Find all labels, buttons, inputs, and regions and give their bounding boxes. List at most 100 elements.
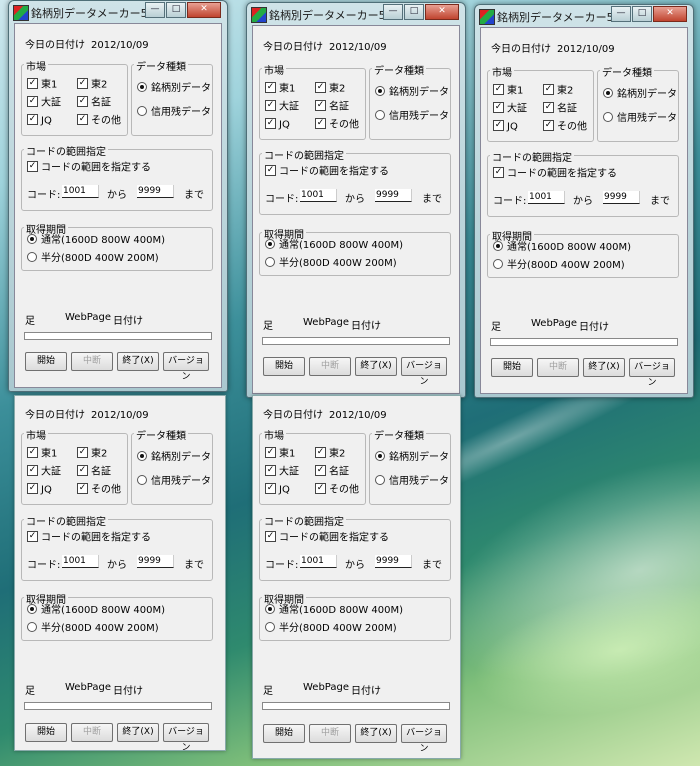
close-button[interactable]: ✕ <box>425 4 459 20</box>
interrupt-button[interactable]: 中断 <box>71 352 113 371</box>
market-checkbox-meisho[interactable]: ✓ 名証 <box>77 96 111 109</box>
market-checkbox-tosho2[interactable]: ✓ 東2 <box>77 78 107 91</box>
code-to-input[interactable]: 9999 <box>137 185 174 198</box>
maximize-button[interactable]: □ <box>632 6 652 22</box>
app-window[interactable]: 銘柄別データメーカー5— □ ✕ 今日の日付け 2012/10/09 市場 ✓ 東1 ✓ 東2 ✓ 大… <box>474 4 694 398</box>
market-checkbox-jq[interactable]: ✓ JQ <box>27 483 52 496</box>
market-checkbox-meisho[interactable]: ✓ 名証 <box>315 465 349 478</box>
data-type-radio-meigara[interactable]: 銘柄別データ <box>137 451 211 464</box>
version-button[interactable]: バージョン <box>163 352 209 382</box>
market-checkbox-daisho[interactable]: ✓ 大証 <box>493 102 527 115</box>
period-radio-normal[interactable]: 通常(1600D 800W 400M) <box>27 234 165 247</box>
close-button[interactable]: ✕ <box>187 2 221 18</box>
market-checkbox-tosho2[interactable]: ✓ 東2 <box>315 447 345 460</box>
close-button[interactable]: ✕ <box>653 6 687 22</box>
code-range-checkbox[interactable]: ✓ コードの範囲を指定する <box>265 165 389 178</box>
minimize-button[interactable]: — <box>611 6 631 22</box>
market-checkbox-tosho1[interactable]: ✓ 東1 <box>493 84 523 97</box>
start-button[interactable]: 開始 <box>263 357 305 376</box>
data-type-radio-meigara[interactable]: 銘柄別データ <box>137 82 211 95</box>
code-from-input[interactable]: 1001 <box>528 191 565 204</box>
market-checkbox-other[interactable]: ✓ その他 <box>77 114 121 127</box>
data-type-radio-shinyo[interactable]: 信用残データ <box>603 112 677 125</box>
version-button[interactable]: バージョン <box>401 724 447 754</box>
code-to-input[interactable]: 9999 <box>137 555 174 568</box>
period-radio-normal[interactable]: 通常(1600D 800W 400M) <box>265 239 403 252</box>
code-to-input[interactable]: 9999 <box>603 191 640 204</box>
market-checkbox-tosho2[interactable]: ✓ 東2 <box>77 447 107 460</box>
market-checkbox-tosho1[interactable]: ✓ 東1 <box>265 447 295 460</box>
market-checkbox-meisho[interactable]: ✓ 名証 <box>315 100 349 113</box>
maximize-button[interactable]: □ <box>166 2 186 18</box>
interrupt-button[interactable]: 中断 <box>309 357 351 376</box>
minimize-button[interactable]: — <box>383 4 403 20</box>
code-range-checkbox[interactable]: ✓ コードの範囲を指定する <box>265 531 389 544</box>
data-type-radio-shinyo[interactable]: 信用残データ <box>375 110 449 123</box>
market-checkbox-tosho1[interactable]: ✓ 東1 <box>27 447 57 460</box>
period-radio-half[interactable]: 半分(800D 400W 200M) <box>493 259 625 272</box>
exit-button[interactable]: 終了(X) <box>355 357 397 376</box>
code-from-input[interactable]: 1001 <box>300 555 337 568</box>
period-radio-normal[interactable]: 通常(1600D 800W 400M) <box>493 241 631 254</box>
market-checkbox-other[interactable]: ✓ その他 <box>543 120 587 133</box>
market-checkbox-other[interactable]: ✓ その他 <box>315 118 359 131</box>
market-checkbox-tosho2[interactable]: ✓ 東2 <box>315 82 345 95</box>
minimize-button[interactable]: — <box>145 2 165 18</box>
code-from-input[interactable]: 1001 <box>62 185 99 198</box>
code-to-input[interactable]: 9999 <box>375 555 412 568</box>
version-button[interactable]: バージョン <box>163 723 209 753</box>
market-checkbox-daisho[interactable]: ✓ 大証 <box>27 465 61 478</box>
exit-button[interactable]: 終了(X) <box>583 358 625 377</box>
title-bar[interactable]: 銘柄別データメーカー5— □ ✕ <box>247 3 465 25</box>
code-from-input[interactable]: 1001 <box>300 189 337 202</box>
app-window[interactable]: 銘柄別データメーカー5— □ ✕ 今日の日付け 2012/10/09 市場 ✓ 東1 ✓ 東2 ✓ 大… <box>246 2 466 398</box>
code-range-checkbox[interactable]: ✓ コードの範囲を指定する <box>27 531 151 544</box>
period-radio-half[interactable]: 半分(800D 400W 200M) <box>265 622 397 635</box>
market-checkbox-daisho[interactable]: ✓ 大証 <box>265 465 299 478</box>
version-button[interactable]: バージョン <box>629 358 675 388</box>
data-type-radio-meigara[interactable]: 銘柄別データ <box>375 86 449 99</box>
data-type-radio-shinyo[interactable]: 信用残データ <box>137 106 211 119</box>
data-type-radio-shinyo[interactable]: 信用残データ <box>137 475 211 488</box>
app-window[interactable]: 銘柄別データメーカー5— □ ✕ 今日の日付け 2012/10/09 市場 ✓ 東1 ✓ 東2 ✓ 大… <box>8 0 228 392</box>
market-checkbox-other[interactable]: ✓ その他 <box>315 483 359 496</box>
start-button[interactable]: 開始 <box>491 358 533 377</box>
market-checkbox-tosho1[interactable]: ✓ 東1 <box>27 78 57 91</box>
market-checkbox-tosho1[interactable]: ✓ 東1 <box>265 82 295 95</box>
period-radio-half[interactable]: 半分(800D 400W 200M) <box>265 257 397 270</box>
period-radio-normal[interactable]: 通常(1600D 800W 400M) <box>265 604 403 617</box>
code-to-input[interactable]: 9999 <box>375 189 412 202</box>
title-bar[interactable]: 銘柄別データメーカー5— □ ✕ <box>475 5 693 27</box>
market-checkbox-jq[interactable]: ✓ JQ <box>265 118 290 131</box>
data-type-radio-meigara[interactable]: 銘柄別データ <box>603 88 677 101</box>
start-button[interactable]: 開始 <box>25 723 67 742</box>
app-window[interactable]: 今日の日付け 2012/10/09 市場 ✓ 東1 ✓ 東2 ✓ 大証 ✓ 名証 ✓ JQ ✓ その他 データ… <box>252 395 461 759</box>
period-radio-half[interactable]: 半分(800D 400W 200M) <box>27 622 159 635</box>
start-button[interactable]: 開始 <box>25 352 67 371</box>
app-window[interactable]: 今日の日付け 2012/10/09 市場 ✓ 東1 ✓ 東2 ✓ 大証 ✓ 名証 ✓ JQ ✓ その他 データ… <box>14 395 226 753</box>
market-checkbox-meisho[interactable]: ✓ 名証 <box>543 102 577 115</box>
code-from-input[interactable]: 1001 <box>62 555 99 568</box>
data-type-radio-shinyo[interactable]: 信用残データ <box>375 475 449 488</box>
market-checkbox-jq[interactable]: ✓ JQ <box>493 120 518 133</box>
market-checkbox-tosho2[interactable]: ✓ 東2 <box>543 84 573 97</box>
exit-button[interactable]: 終了(X) <box>117 723 159 742</box>
title-bar[interactable]: 銘柄別データメーカー5— □ ✕ <box>9 1 227 23</box>
interrupt-button[interactable]: 中断 <box>71 723 113 742</box>
interrupt-button[interactable]: 中断 <box>309 724 351 743</box>
version-button[interactable]: バージョン <box>401 357 447 387</box>
market-checkbox-jq[interactable]: ✓ JQ <box>265 483 290 496</box>
market-checkbox-jq[interactable]: ✓ JQ <box>27 114 52 127</box>
period-radio-half[interactable]: 半分(800D 400W 200M) <box>27 252 159 265</box>
exit-button[interactable]: 終了(X) <box>117 352 159 371</box>
data-type-radio-meigara[interactable]: 銘柄別データ <box>375 451 449 464</box>
market-checkbox-daisho[interactable]: ✓ 大証 <box>27 96 61 109</box>
interrupt-button[interactable]: 中断 <box>537 358 579 377</box>
start-button[interactable]: 開始 <box>263 724 305 743</box>
market-checkbox-meisho[interactable]: ✓ 名証 <box>77 465 111 478</box>
market-checkbox-daisho[interactable]: ✓ 大証 <box>265 100 299 113</box>
exit-button[interactable]: 終了(X) <box>355 724 397 743</box>
market-checkbox-other[interactable]: ✓ その他 <box>77 483 121 496</box>
maximize-button[interactable]: □ <box>404 4 424 20</box>
period-radio-normal[interactable]: 通常(1600D 800W 400M) <box>27 604 165 617</box>
